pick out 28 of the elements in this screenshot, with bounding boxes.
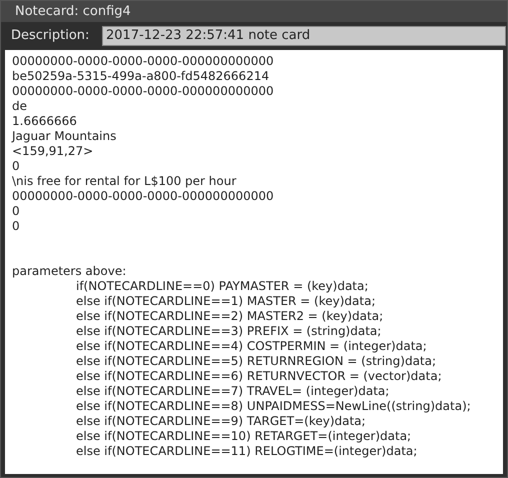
text-line: 00000000-0000-0000-0000-000000000000 (12, 84, 274, 98)
text-line: if(NOTECARDLINE==0) PAYMASTER = (key)data; (76, 279, 368, 293)
description-label: Description: (11, 26, 90, 45)
text-line: <159,91,27> (12, 144, 94, 158)
text-line: be50259a-5315-499a-a800-fd5482666214 (12, 69, 270, 83)
text-line: else if(NOTECARDLINE==1) MASTER = (key)data; (76, 294, 376, 308)
text-line: else if(NOTECARDLINE==10) RETARGET=(integer)data; (76, 429, 412, 443)
text-line: de (12, 99, 27, 113)
text-line: else if(NOTECARDLINE==7) TRAVEL= (integer)data; (76, 384, 390, 398)
text-line: else if(NOTECARDLINE==8) UNPAIDMESS=NewLine((string)data); (76, 399, 471, 413)
text-line: 0 (12, 219, 20, 233)
text-line: 00000000-0000-0000-0000-000000000000 (12, 189, 274, 203)
window-title: Notecard: config4 (15, 2, 131, 21)
text-line: else if(NOTECARDLINE==4) COSTPERMIN = (integer)data; (76, 339, 427, 353)
text-line: 1.6666666 (12, 114, 77, 128)
text-line: 00000000-0000-0000-0000-000000000000 (12, 54, 274, 68)
text-line: else if(NOTECARDLINE==5) RETURNREGION = (string)data; (76, 354, 436, 368)
text-line: 0 (12, 159, 20, 173)
text-line: else if(NOTECARDLINE==2) MASTER2 = (key)data; (76, 309, 384, 323)
description-field[interactable]: 2017-12-23 22:57:41 note card (102, 26, 506, 46)
text-line: else if(NOTECARDLINE==3) PREFIX = (string)data; (76, 324, 382, 338)
text-line: parameters above: (12, 264, 126, 278)
text-line: else if(NOTECARDLINE==11) RELOGTIME=(integer)data; (76, 444, 418, 458)
text-line: 0 (12, 204, 20, 218)
text-line: else if(NOTECARDLINE==6) RETURNVECTOR = (vector)data; (76, 369, 442, 383)
text-line: \nis free for rental for L$100 per hour (12, 174, 236, 188)
text-line: Jaguar Mountains (12, 129, 116, 143)
text-line: else if(NOTECARDLINE==9) TARGET=(key)data; (76, 414, 366, 428)
